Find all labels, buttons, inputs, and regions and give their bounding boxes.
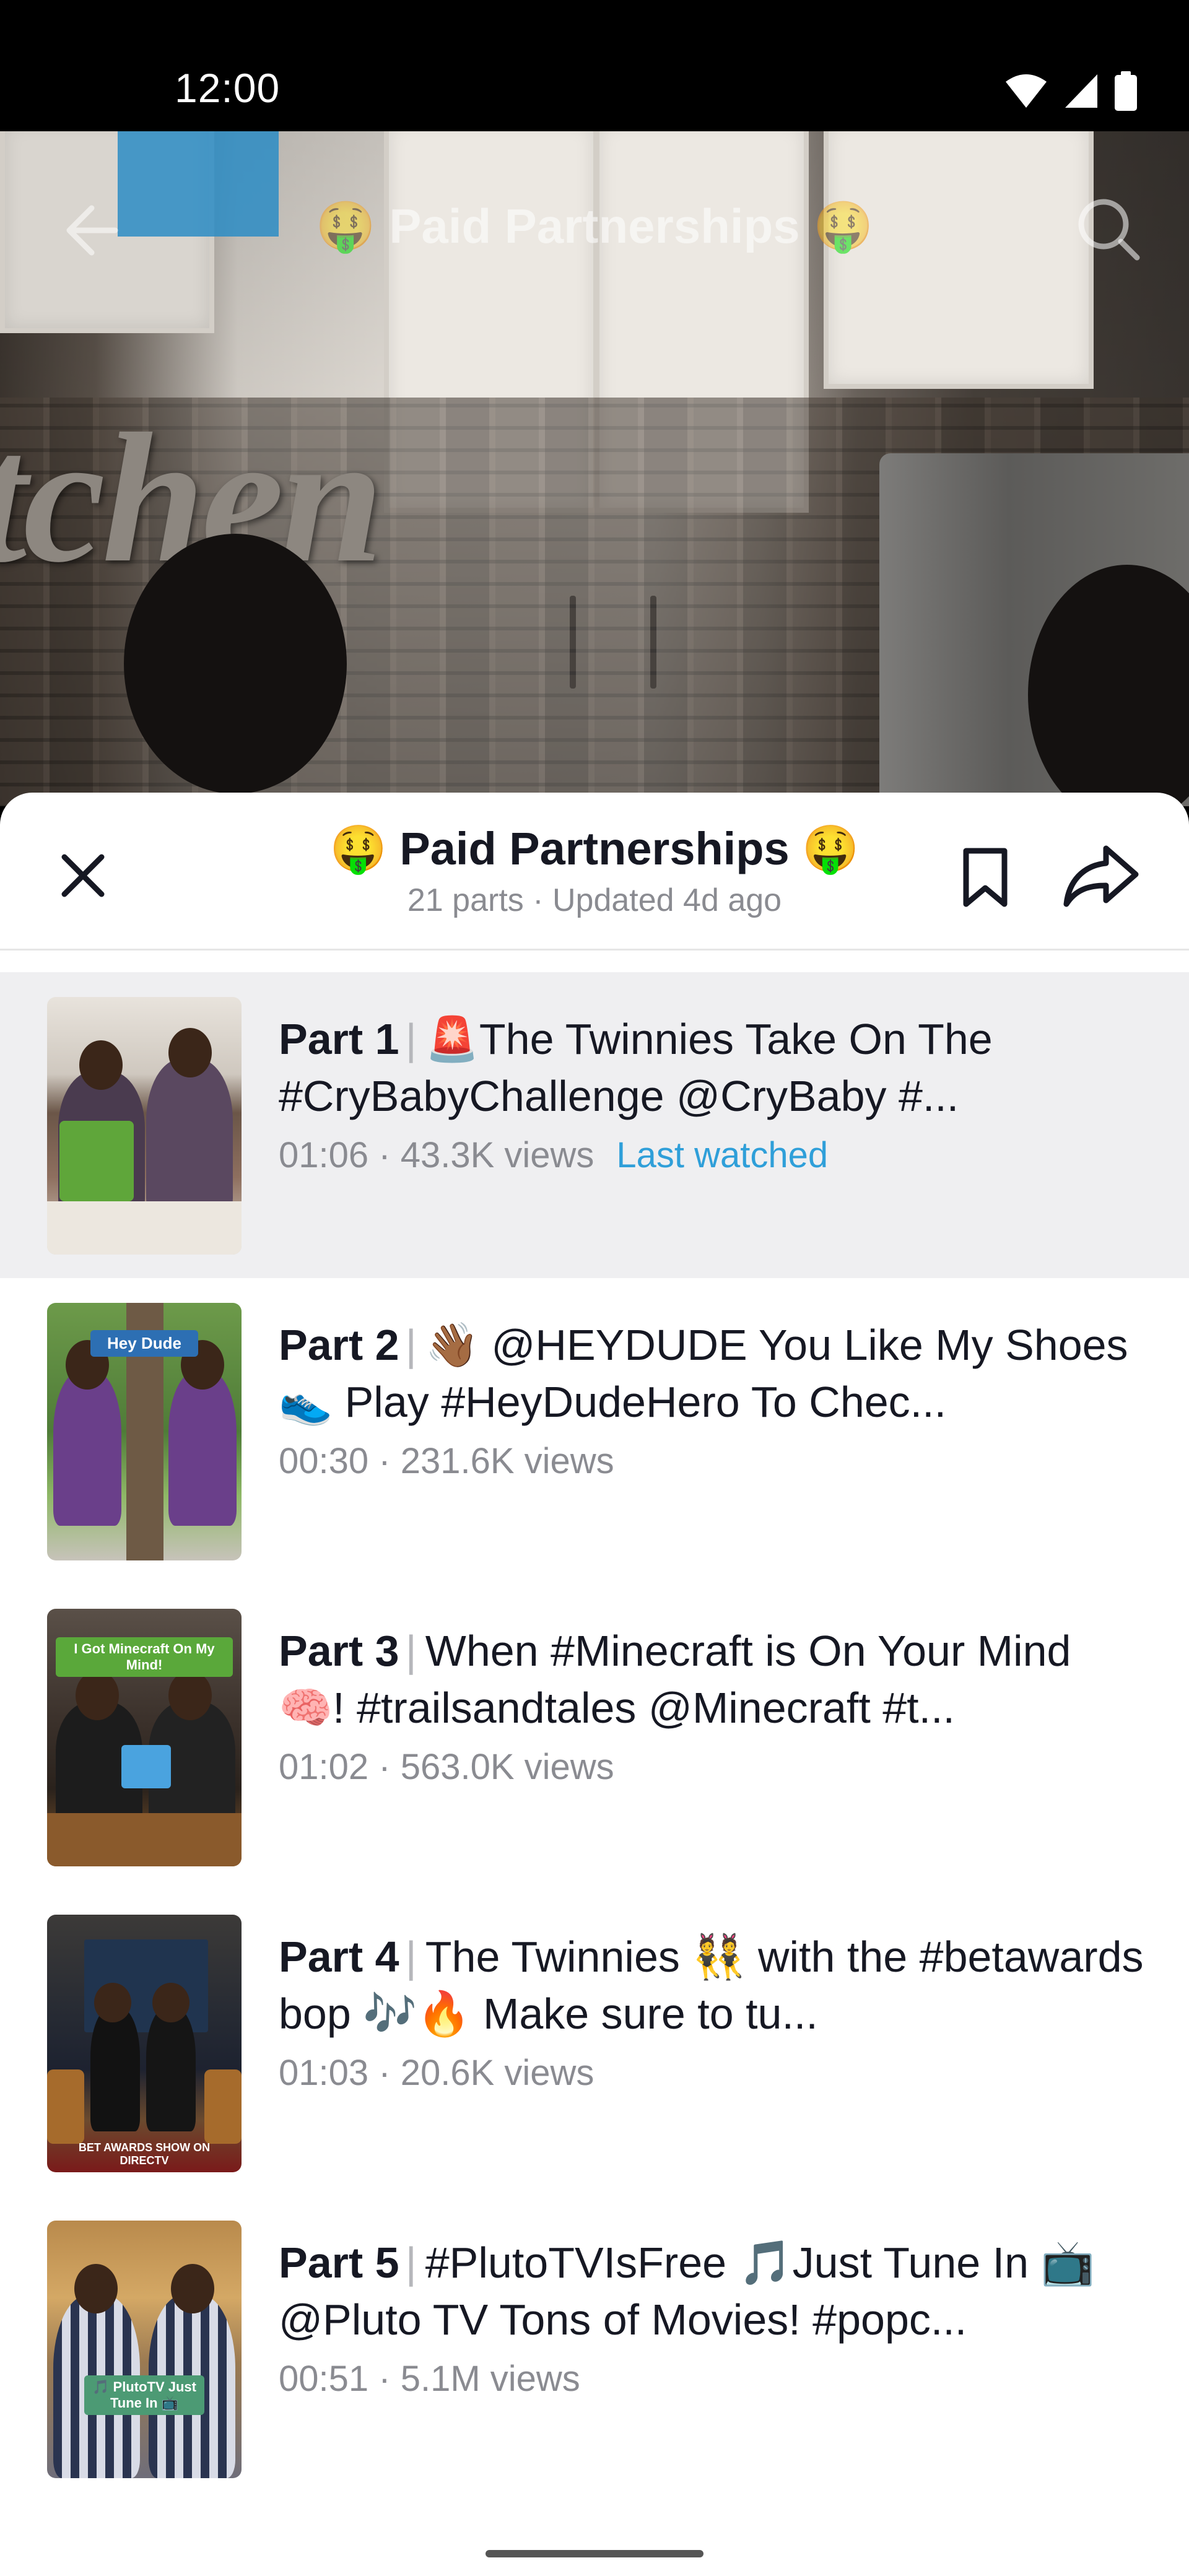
parts-list: Part 1 | 🚨The Twinnies Take On The #CryBab… [0, 972, 1189, 2502]
video-thumbnail: 🎵 PlutoTV Just Tune In 📺 [47, 2221, 242, 2478]
list-item[interactable]: 🎵 PlutoTV Just Tune In 📺 Part 5 | #PlutoTV… [0, 2196, 1189, 2502]
part-info: Part 3 | When #Minecraft is On Your Mind 🧠… [279, 1622, 1146, 1788]
thumbnail-label: Hey Dude [90, 1330, 198, 1357]
list-item[interactable]: I Got Minecraft On My Mind! Part 3 | When … [0, 1584, 1189, 1890]
search-icon[interactable] [1071, 192, 1146, 266]
part-duration: 00:30 [279, 1441, 369, 1481]
part-number: Part 2 [279, 1321, 399, 1369]
cell-signal-icon [1065, 74, 1097, 108]
part-duration: 01:03 [279, 2053, 369, 2093]
part-title: Part 5 | #PlutoTVIsFree 🎵Just Tune In 📺 @P… [279, 2239, 1095, 2344]
part-title: Part 3 | When #Minecraft is On Your Mind 🧠… [279, 1627, 1071, 1732]
part-views: 231.6K views [400, 1441, 614, 1481]
part-number: Part 4 [279, 1933, 399, 1981]
part-meta: 01:02 · 563.0K views [279, 1747, 614, 1787]
part-views: 563.0K views [400, 1747, 614, 1787]
wifi-icon [1006, 74, 1047, 108]
part-views: 43.3K views [400, 1135, 594, 1175]
part-duration: 01:06 [279, 1135, 369, 1175]
part-info: Part 5 | #PlutoTVIsFree 🎵Just Tune In 📺 @P… [279, 2234, 1146, 2400]
thumbnail-label: BET AWARDS SHOW ON DIRECTV [78, 2141, 211, 2167]
video-thumbnail: I Got Minecraft On My Mind! [47, 1609, 242, 1866]
video-title: 🤑 Paid Partnerships 🤑 [315, 199, 874, 253]
part-info: Part 2 | 👋🏾 @HEYDUDE You Like My Shoes 👟 P… [279, 1316, 1146, 1482]
status-time: 12:00 [175, 65, 281, 111]
part-duration: 01:02 [279, 1747, 369, 1787]
part-meta: 01:03 · 20.6K views [279, 2053, 594, 2093]
list-item[interactable]: Part 1 | 🚨The Twinnies Take On The #CryBab… [0, 972, 1189, 1278]
part-views: 5.1M views [400, 2359, 580, 2399]
part-description: #PlutoTVIsFree 🎵Just Tune In 📺 @Pluto TV… [279, 2239, 1095, 2344]
part-views: 20.6K views [400, 2053, 594, 2093]
sheet-header: 🤑 Paid Partnerships 🤑 21 parts · Updated… [0, 793, 1189, 951]
part-duration: 00:51 [279, 2359, 369, 2399]
part-number: Part 3 [279, 1627, 399, 1675]
list-item[interactable]: Hey Dude Part 2 | 👋🏾 @HEYDUDE You Like My … [0, 1278, 1189, 1584]
list-item[interactable]: BET AWARDS SHOW ON DIRECTV Part 4 | The Tw… [0, 1890, 1189, 2196]
bookmark-icon[interactable] [951, 843, 1019, 912]
part-info: Part 1 | 🚨The Twinnies Take On The #CryBab… [279, 1011, 1146, 1176]
last-watched-label: Last watched [616, 1135, 829, 1175]
part-info: Part 4 | The Twinnies 👯 with the #betaward… [279, 1928, 1146, 2094]
part-meta: 00:30 · 231.6K views [279, 1441, 614, 1481]
part-title: Part 4 | The Twinnies 👯 with the #betaward… [279, 1933, 1144, 2038]
home-indicator[interactable] [486, 2550, 703, 2557]
part-title: Part 2 | 👋🏾 @HEYDUDE You Like My Shoes 👟 P… [279, 1321, 1128, 1426]
status-icons [1004, 69, 1137, 113]
thumbnail-label: I Got Minecraft On My Mind! [56, 1637, 233, 1677]
part-number: Part 1 [279, 1015, 399, 1063]
part-number: Part 5 [279, 2239, 399, 2287]
video-thumbnail: Hey Dude [47, 1303, 242, 1560]
share-icon[interactable] [1061, 840, 1142, 914]
playlist-sheet: 🤑 Paid Partnerships 🤑 21 parts · Updated… [0, 793, 1189, 2576]
part-meta: 00:51 · 5.1M views [279, 2359, 580, 2399]
part-title: Part 1 | 🚨The Twinnies Take On The #CryBab… [279, 1015, 993, 1120]
battery-icon [1115, 71, 1137, 111]
video-thumbnail: BET AWARDS SHOW ON DIRECTV [47, 1915, 242, 2172]
video-thumbnail [47, 997, 242, 1255]
thumbnail-label: 🎵 PlutoTV Just Tune In 📺 [84, 2375, 204, 2415]
part-meta: 01:06 · 43.3K views Last watched [279, 1135, 829, 1175]
video-top-bar: 🤑 Paid Partnerships 🤑 [0, 131, 1189, 261]
status-bar: 12:00 [0, 0, 1189, 131]
